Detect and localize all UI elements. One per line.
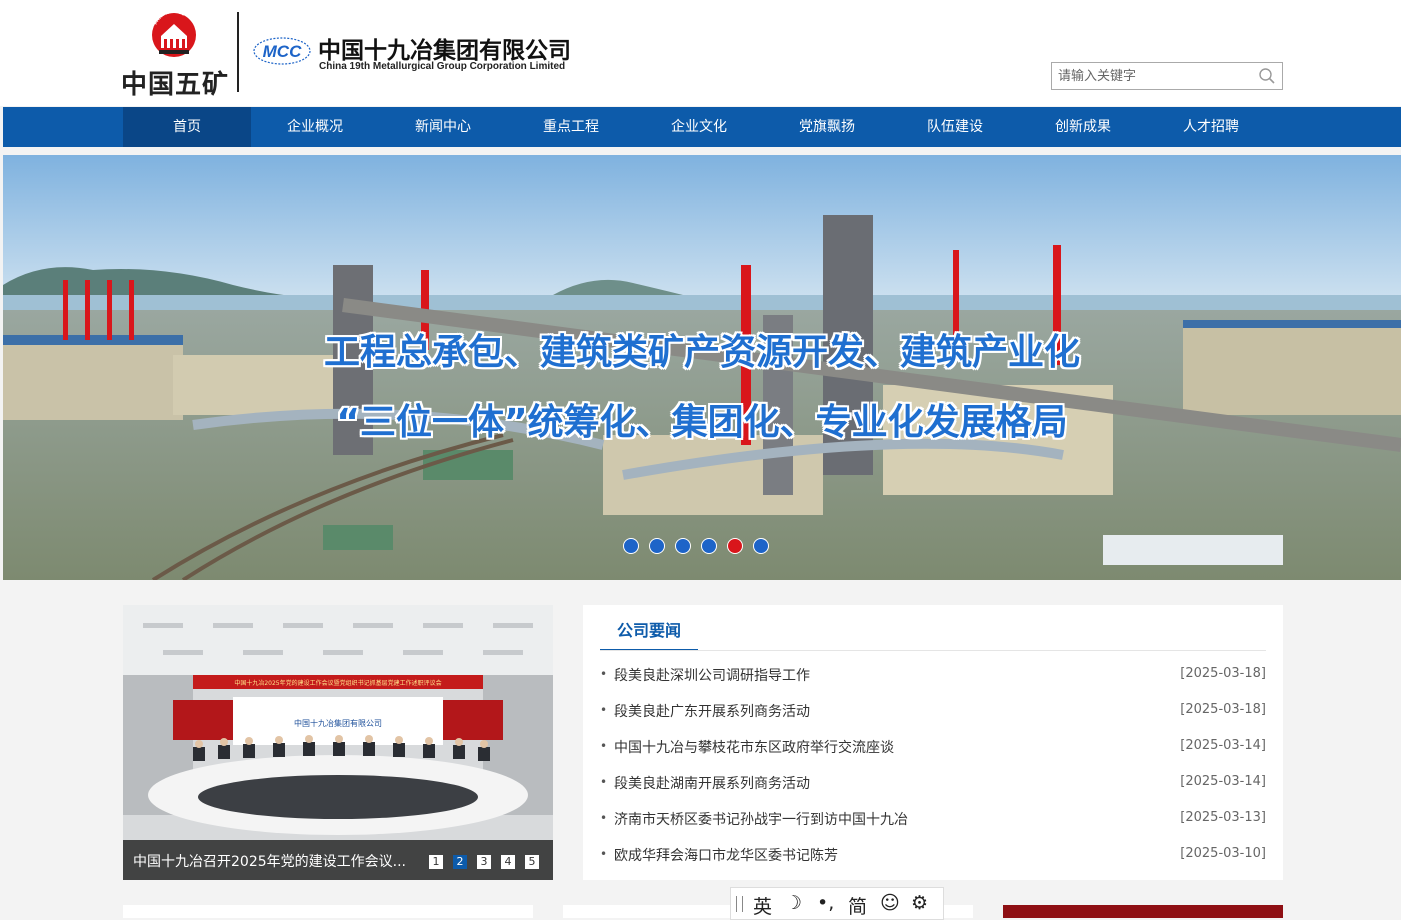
ime-toolbar: 英 ☽ •, 简 ☺ ⚙ xyxy=(730,887,944,920)
logo-divider xyxy=(237,12,239,92)
news-item[interactable]: • 济南市天桥区委书记孙战宇一行到访中国十九冶 [2025-03-13] xyxy=(600,809,1266,829)
news-item-date: [2025-03-18] xyxy=(1180,666,1266,681)
bullet-icon: • xyxy=(600,775,608,789)
minmetals-name: 中国五矿 xyxy=(121,70,230,100)
photo-pager-1[interactable]: 1 xyxy=(429,855,443,869)
photo-pager-5[interactable]: 5 xyxy=(525,855,539,869)
company-news-panel: 公司要闻 • 段美良赴深圳公司调研指导工作 [2025-03-18] • 段美良… xyxy=(583,605,1283,880)
company-name-en: China 19th Metallurgical Group Corporati… xyxy=(319,61,566,72)
banner-dot-2[interactable] xyxy=(649,538,665,554)
news-item-date: [2025-03-18] xyxy=(1180,702,1266,717)
banner-slogan-line2: “三位一体”统筹化、集团化、专业化发展格局 xyxy=(336,402,1068,443)
minmetals-logo[interactable]: MINMETALS 中国五矿 xyxy=(121,10,228,100)
nav-item-culture[interactable]: 企业文化 xyxy=(635,107,763,147)
news-item[interactable]: • 段美良赴广东开展系列商务活动 [2025-03-18] xyxy=(600,701,1266,721)
news-item-title[interactable]: 中国十九冶与攀枝花市东区政府举行交流座谈 xyxy=(614,737,894,757)
banner-dot-3[interactable] xyxy=(675,538,691,554)
search-box xyxy=(1051,62,1283,90)
news-item[interactable]: • 段美良赴深圳公司调研指导工作 [2025-03-18] xyxy=(600,665,1266,685)
nav-item-party[interactable]: 党旗飘扬 xyxy=(763,107,891,147)
mcc-logo-text: MCC xyxy=(263,42,302,61)
news-item[interactable]: • 中国十九冶与攀枝花市东区政府举行交流座谈 [2025-03-14] xyxy=(600,737,1266,757)
company-name-cn: 中国十九冶集团有限公司 xyxy=(318,38,571,64)
bottom-card-left xyxy=(123,905,533,918)
hero-banner[interactable]: 工程总承包、建筑类矿产资源开发、建筑产业化 “三位一体”统筹化、集团化、专业化发… xyxy=(3,155,1401,580)
photo-pager-2[interactable]: 2 xyxy=(453,855,467,869)
mcc-logo-icon: MCC xyxy=(253,37,311,65)
photo-news-image: 中国十九冶2025年党的建设工作会议暨党组织书记抓基层党建工作述职评议会 中国十… xyxy=(123,605,553,880)
banner-dot-4[interactable] xyxy=(701,538,717,554)
moon-icon[interactable]: ☽ xyxy=(785,892,802,914)
nav-item-recruitment[interactable]: 人才招聘 xyxy=(1147,107,1275,147)
news-item-title[interactable]: 欧成华拜会海口市龙华区委书记陈芳 xyxy=(614,845,838,865)
tab-divider xyxy=(600,650,1266,651)
nav-item-innovation[interactable]: 创新成果 xyxy=(1019,107,1147,147)
banner-dot-5[interactable] xyxy=(727,538,743,554)
bullet-icon: • xyxy=(600,847,608,861)
nav-item-projects[interactable]: 重点工程 xyxy=(507,107,635,147)
meeting-screen-logo: 中国十九冶集团有限公司 xyxy=(294,718,382,728)
bottom-card-right xyxy=(1003,905,1283,918)
ime-script-toggle[interactable]: 简 xyxy=(848,892,867,919)
minmetals-emblem-icon: MINMETALS xyxy=(152,10,196,57)
banner-dot-1[interactable] xyxy=(623,538,639,554)
news-item-date: [2025-03-10] xyxy=(1180,846,1266,861)
banner-slogan-line1: 工程总承包、建筑类矿产资源开发、建筑产业化 xyxy=(323,332,1080,373)
search-icon[interactable] xyxy=(1258,67,1276,85)
punctuation-icon[interactable]: •, xyxy=(817,892,834,914)
photo-pager-4[interactable]: 4 xyxy=(501,855,515,869)
tab-company-news[interactable]: 公司要闻 xyxy=(600,615,698,651)
news-item-title[interactable]: 段美良赴深圳公司调研指导工作 xyxy=(614,665,810,685)
ime-drag-handle[interactable] xyxy=(736,896,743,912)
site-header: MINMETALS 中国五矿 MCC 中国十九冶集团有限公司 China 19t… xyxy=(0,0,1401,106)
bullet-icon: • xyxy=(600,703,608,717)
bullet-icon: • xyxy=(600,739,608,753)
ime-lang-toggle[interactable]: 英 xyxy=(753,892,772,919)
news-item[interactable]: • 欧成华拜会海口市龙华区委书记陈芳 [2025-03-10] xyxy=(600,845,1266,865)
photo-pager-3[interactable]: 3 xyxy=(477,855,491,869)
search-input[interactable] xyxy=(1058,66,1248,86)
nav-item-overview[interactable]: 企业概况 xyxy=(251,107,379,147)
banner-dot-6[interactable] xyxy=(753,538,769,554)
news-item[interactable]: • 段美良赴湖南开展系列商务活动 [2025-03-14] xyxy=(600,773,1266,793)
nav-item-home[interactable]: 首页 xyxy=(123,107,251,147)
main-nav: 首页 企业概况 新闻中心 重点工程 企业文化 党旗飘扬 队伍建设 创新成果 人才… xyxy=(3,107,1401,147)
gear-icon[interactable]: ⚙ xyxy=(911,892,928,914)
news-item-title[interactable]: 段美良赴湖南开展系列商务活动 xyxy=(614,773,810,793)
bullet-icon: • xyxy=(600,667,608,681)
news-item-title[interactable]: 济南市天桥区委书记孙战宇一行到访中国十九冶 xyxy=(614,809,908,829)
news-item-title[interactable]: 段美良赴广东开展系列商务活动 xyxy=(614,701,810,721)
meeting-banner-text: 中国十九冶2025年党的建设工作会议暨党组织书记抓基层党建工作述职评议会 xyxy=(234,679,441,687)
bullet-icon: • xyxy=(600,811,608,825)
news-item-date: [2025-03-14] xyxy=(1180,738,1266,753)
news-item-date: [2025-03-14] xyxy=(1180,774,1266,789)
news-item-date: [2025-03-13] xyxy=(1180,810,1266,825)
nav-item-news[interactable]: 新闻中心 xyxy=(379,107,507,147)
photo-news-caption[interactable]: 中国十九冶召开2025年党的建设工作会议... xyxy=(133,851,406,871)
emoji-icon[interactable]: ☺ xyxy=(880,892,900,914)
photo-news-slider[interactable]: 中国十九冶2025年党的建设工作会议暨党组织书记抓基层党建工作述职评议会 中国十… xyxy=(123,605,553,880)
nav-item-team[interactable]: 队伍建设 xyxy=(891,107,1019,147)
